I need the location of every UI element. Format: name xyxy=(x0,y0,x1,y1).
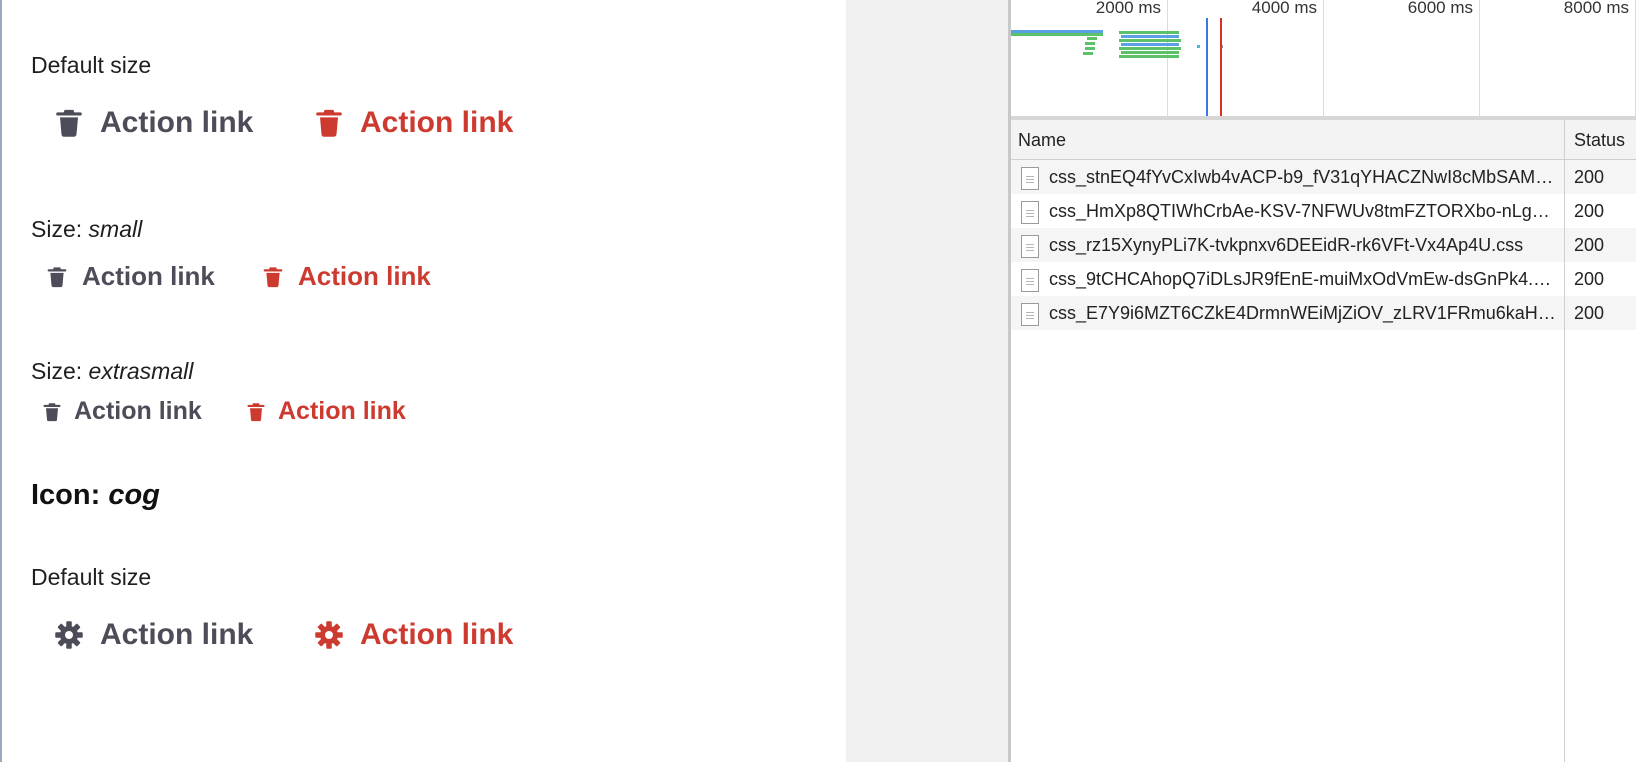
size-prefix: Size: xyxy=(31,358,89,384)
waterfall-bar xyxy=(1083,52,1093,55)
request-status: 200 xyxy=(1574,235,1605,255)
request-name: css_9tCHCAhopQ7iDLsJR9fEnE-muiMxOdVmEw-d… xyxy=(1049,269,1557,289)
section-label-default-size-cog: Default size xyxy=(31,564,152,590)
request-status: 200 xyxy=(1574,269,1605,289)
waterfall-bar xyxy=(1197,45,1200,48)
action-link-trash-extrasmall-danger[interactable]: Action link xyxy=(246,397,406,426)
column-header-status[interactable]: Status xyxy=(1574,120,1625,160)
timeline-tick-label: 2000 ms xyxy=(1095,0,1161,17)
action-link-trash-small-danger[interactable]: Action link xyxy=(262,261,431,292)
request-name: css_E7Y9i6MZT6CZkE4DrmnWEiMjZiOV_zLRV1FR… xyxy=(1049,303,1557,323)
action-link-label: Action link xyxy=(100,106,254,139)
waterfall-bar xyxy=(1119,55,1179,58)
trash-icon xyxy=(54,108,84,138)
request-status: 200 xyxy=(1574,303,1605,323)
request-name: css_rz15XynyPLi7K-tvkpnxv6DEEidR-rk6VFt-… xyxy=(1049,235,1524,255)
waterfall-bar xyxy=(1119,47,1181,50)
waterfall-bar xyxy=(1085,47,1095,50)
action-link-label: Action link xyxy=(82,261,215,291)
action-link-label: Action link xyxy=(360,618,514,651)
size-value: small xyxy=(88,216,143,242)
action-link-trash-small[interactable]: Action link xyxy=(46,261,215,292)
timeline-tick-label: 6000 ms xyxy=(1407,0,1473,17)
waterfall-bar xyxy=(1119,31,1179,34)
section-label-size-extrasmall: Size: extrasmall xyxy=(31,358,193,385)
action-link-label: Action link xyxy=(100,618,254,651)
network-request-row[interactable]: css_HmXp8QTIWhCrbAe-KSV-7NFWUv8tmFZTORXb… xyxy=(1011,194,1636,228)
file-icon xyxy=(1021,167,1039,190)
trash-icon xyxy=(246,402,266,422)
network-overview-timeline[interactable]: 2000 ms 4000 ms 6000 ms 8000 ms xyxy=(1011,0,1636,120)
waterfall-bar xyxy=(1087,37,1097,40)
timeline-gridline xyxy=(1479,0,1480,116)
column-divider[interactable] xyxy=(1564,120,1565,762)
waterfall-bar xyxy=(1121,51,1179,54)
column-header-name[interactable]: Name xyxy=(1018,120,1066,160)
request-status: 200 xyxy=(1574,167,1605,187)
timeline-gridline xyxy=(1167,0,1168,116)
action-link-label: Action link xyxy=(74,397,202,425)
devtools-network-panel: 2000 ms 4000 ms 6000 ms 8000 ms Name Sta… xyxy=(1008,0,1636,762)
file-icon xyxy=(1021,201,1039,224)
timeline-tick-label: 4000 ms xyxy=(1251,0,1317,17)
action-link-trash-default[interactable]: Action link xyxy=(54,106,253,140)
section-heading-icon-cog: Icon: cog xyxy=(31,479,160,512)
action-link-cog-default[interactable]: Action link xyxy=(54,618,253,652)
waterfall-bar xyxy=(1121,43,1179,46)
section-label-size-small: Size: small xyxy=(31,216,142,243)
heading-prefix: Icon: xyxy=(31,479,109,511)
trash-icon xyxy=(42,402,62,422)
action-link-label: Action link xyxy=(360,106,514,139)
waterfall-bar xyxy=(1085,42,1095,45)
timeline-gridline xyxy=(1323,0,1324,116)
domcontentloaded-marker xyxy=(1206,18,1208,116)
request-name: css_stnEQ4fYvCxIwb4vACP-b9_fV31qYHACZNwI… xyxy=(1049,167,1557,187)
action-link-label: Action link xyxy=(298,261,431,291)
timeline-tick-label: 8000 ms xyxy=(1563,0,1629,17)
demo-page: Default size Action link Action link Siz… xyxy=(0,0,846,762)
heading-icon-name: cog xyxy=(108,479,160,511)
trash-icon xyxy=(314,108,344,138)
size-value: extrasmall xyxy=(88,358,194,384)
cog-icon xyxy=(54,620,84,650)
network-request-row[interactable]: css_rz15XynyPLi7K-tvkpnxv6DEEidR-rk6VFt-… xyxy=(1011,228,1636,262)
waterfall-bar xyxy=(1011,33,1103,36)
file-icon xyxy=(1021,303,1039,326)
file-icon xyxy=(1021,235,1039,258)
page-gutter xyxy=(846,0,1008,762)
waterfall-bar xyxy=(1119,39,1181,42)
size-prefix: Size: xyxy=(31,216,89,242)
request-status: 200 xyxy=(1574,201,1605,221)
network-request-row[interactable]: css_9tCHCAhopQ7iDLsJR9fEnE-muiMxOdVmEw-d… xyxy=(1011,262,1636,296)
action-link-cog-default-danger[interactable]: Action link xyxy=(314,618,513,652)
request-name: css_HmXp8QTIWhCrbAe-KSV-7NFWUv8tmFZTORXb… xyxy=(1049,201,1557,221)
network-request-row[interactable]: css_E7Y9i6MZT6CZkE4DrmnWEiMjZiOV_zLRV1FR… xyxy=(1011,296,1636,330)
network-request-row[interactable]: css_stnEQ4fYvCxIwb4vACP-b9_fV31qYHACZNwI… xyxy=(1011,160,1636,194)
file-icon xyxy=(1021,269,1039,292)
cog-icon xyxy=(314,620,344,650)
trash-icon xyxy=(46,266,68,288)
action-link-trash-extrasmall[interactable]: Action link xyxy=(42,397,202,426)
waterfall-bar xyxy=(1121,35,1179,38)
section-label-default-size: Default size xyxy=(31,52,152,78)
trash-icon xyxy=(262,266,284,288)
load-marker xyxy=(1220,18,1222,116)
network-grid-header: Name Status xyxy=(1011,120,1636,160)
action-link-trash-default-danger[interactable]: Action link xyxy=(314,106,513,140)
action-link-label: Action link xyxy=(278,397,406,425)
